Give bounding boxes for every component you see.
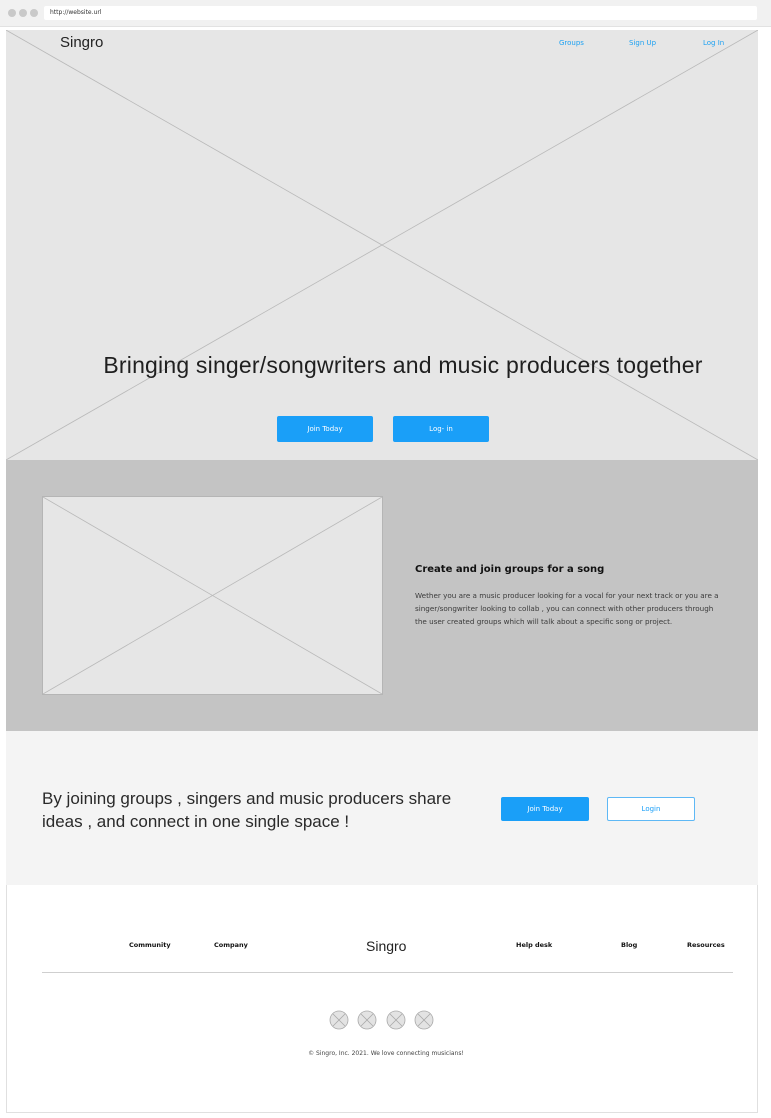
cta-text: By joining groups , singers and music pr…	[42, 789, 452, 831]
cta-section: By joining groups , singers and music pr…	[6, 731, 758, 885]
footer-logo[interactable]: Singro	[366, 938, 406, 954]
nav-link-groups[interactable]: Groups	[559, 39, 584, 47]
feature-description: Wether you are a music producer looking …	[415, 591, 719, 626]
social-icon-placeholder-2[interactable]	[357, 1010, 377, 1030]
cta-login-button[interactable]: Login	[607, 797, 695, 821]
window-close-dot[interactable]	[8, 9, 16, 17]
footer-link-resources[interactable]: Resources	[687, 941, 725, 949]
social-icon-placeholder-3[interactable]	[386, 1010, 406, 1030]
browser-chrome: http://website.url	[0, 0, 771, 27]
address-bar[interactable]: http://website.url	[44, 6, 757, 20]
hero-image-placeholder	[6, 30, 758, 460]
feature-image-placeholder	[42, 496, 383, 695]
site-logo[interactable]: Singro	[60, 34, 103, 51]
hero-join-button[interactable]: Join Today	[277, 416, 373, 442]
social-icon-placeholder-1[interactable]	[329, 1010, 349, 1030]
footer-link-community[interactable]: Community	[129, 941, 171, 949]
footer-link-company[interactable]: Company	[214, 941, 248, 949]
cta-join-button[interactable]: Join Today	[501, 797, 589, 821]
window-maximize-dot[interactable]	[30, 9, 38, 17]
window-minimize-dot[interactable]	[19, 9, 27, 17]
hero-title: Bringing singer/songwriters and music pr…	[103, 352, 703, 378]
footer-link-help-desk[interactable]: Help desk	[516, 941, 552, 949]
footer-divider	[42, 972, 733, 973]
copyright-text: © Singro, Inc. 2021. We love connecting …	[308, 1050, 464, 1057]
social-icon-placeholder-4[interactable]	[414, 1010, 434, 1030]
nav-link-log-in[interactable]: Log In	[703, 39, 724, 47]
feature-title: Create and join groups for a song	[415, 564, 605, 575]
feature-section: Create and join groups for a song Wether…	[6, 460, 758, 731]
nav-link-sign-up[interactable]: Sign Up	[629, 39, 656, 47]
footer-link-blog[interactable]: Blog	[621, 941, 637, 949]
hero-section: Singro Groups Sign Up Log In Bringing si…	[6, 30, 758, 460]
hero-login-button[interactable]: Log- in	[393, 416, 489, 442]
